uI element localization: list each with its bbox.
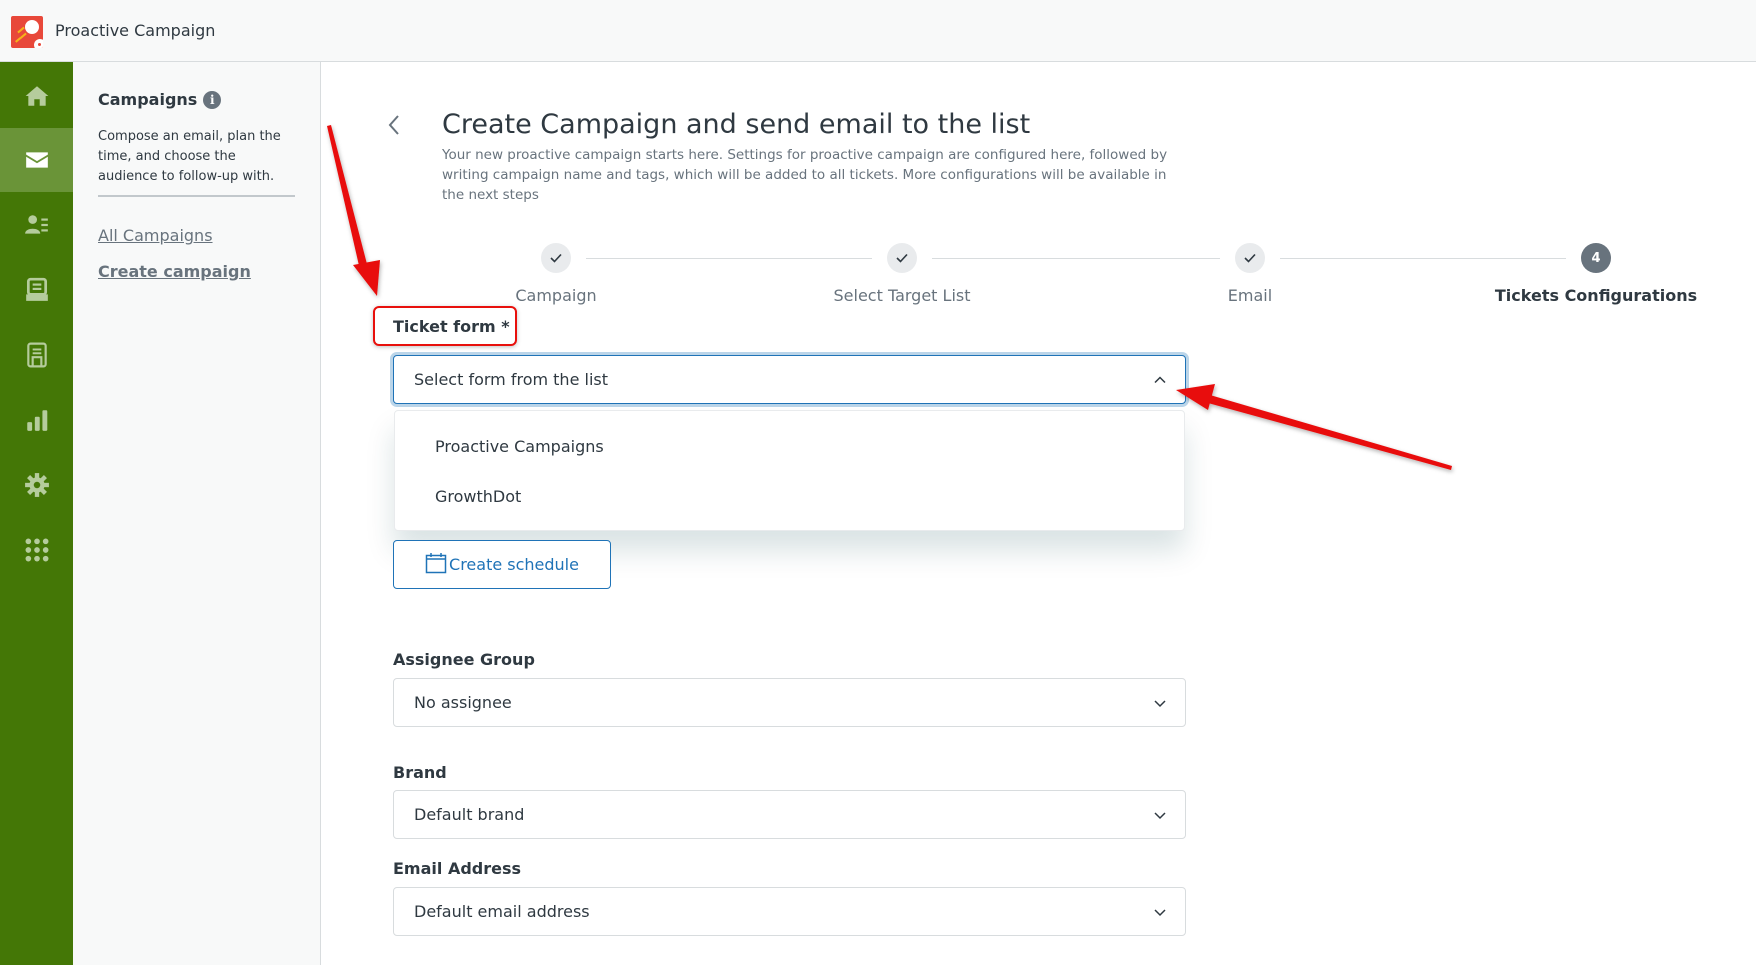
ticket-form-options-menu: Proactive Campaigns GrowthDot — [394, 410, 1185, 531]
ticket-form-label: Ticket form * — [393, 317, 510, 336]
step-4-number: 4 — [1581, 243, 1611, 273]
nav-item-contacts[interactable] — [0, 193, 73, 257]
chevron-down-icon — [1154, 909, 1166, 917]
inbox-tray-icon — [25, 277, 48, 301]
info-icon[interactable]: i — [203, 90, 222, 109]
step-2-check-icon — [887, 243, 917, 273]
ticket-form-select[interactable]: Select form from the list — [393, 355, 1186, 404]
option-growthdot[interactable]: GrowthDot — [435, 487, 521, 506]
rocket-ball-logo-icon — [11, 16, 43, 48]
arrow-to-ticket-form-label — [327, 125, 380, 296]
chevron-up-icon — [1154, 376, 1166, 384]
primary-nav — [0, 62, 73, 965]
option-proactive-campaigns[interactable]: Proactive Campaigns — [435, 437, 604, 456]
brand-value: Default brand — [414, 805, 525, 824]
grid-dots-icon — [25, 538, 48, 562]
chevron-left-icon — [388, 115, 399, 135]
page-title: Create Campaign and send email to the li… — [442, 109, 1031, 140]
step-1-check-icon — [541, 243, 571, 273]
step-connector — [1280, 258, 1566, 259]
subnav-divider — [98, 195, 295, 197]
nav-item-home[interactable] — [0, 64, 73, 128]
step-3-check-icon — [1235, 243, 1265, 273]
step-label-email: Email — [1227, 286, 1273, 305]
step-connector — [586, 258, 872, 259]
envelope-icon — [25, 152, 48, 168]
app-title: Proactive Campaign — [55, 21, 216, 40]
nav-item-apps[interactable] — [0, 518, 73, 582]
brand-label: Brand — [393, 763, 447, 782]
brand-select[interactable]: Default brand — [393, 790, 1186, 839]
create-schedule-button[interactable]: Create schedule — [393, 540, 611, 589]
email-address-value: Default email address — [414, 902, 590, 921]
nav-item-settings[interactable] — [0, 453, 73, 517]
nav-item-inbox[interactable] — [0, 258, 73, 322]
nav-item-campaigns[interactable] — [0, 128, 73, 192]
gear-icon — [24, 473, 49, 497]
secondary-nav: Campaigns i Compose an email, plan the t… — [73, 62, 321, 965]
email-address-label: Email Address — [393, 859, 522, 878]
home-icon — [25, 86, 48, 106]
step-label-tickets-config: Tickets Configurations — [1494, 286, 1698, 305]
link-all-campaigns[interactable]: All Campaigns — [98, 226, 213, 245]
arrow-to-dropdown-chevron — [1176, 384, 1452, 470]
step-label-target-list: Select Target List — [833, 286, 971, 305]
back-button[interactable] — [383, 110, 405, 140]
chevron-down-icon — [1154, 812, 1166, 820]
ticket-form-placeholder: Select form from the list — [414, 370, 608, 389]
email-address-select[interactable]: Default email address — [393, 887, 1186, 936]
chevron-down-icon — [1154, 700, 1166, 708]
link-create-campaign[interactable]: Create campaign — [98, 262, 251, 281]
subnav-title: Campaigns i — [98, 90, 222, 109]
nav-item-forms[interactable] — [0, 323, 73, 387]
top-bar: Proactive Campaign — [0, 0, 1756, 62]
assignee-group-label: Assignee Group — [393, 650, 535, 669]
calendar-icon — [425, 552, 447, 573]
bar-chart-icon — [26, 410, 47, 431]
step-label-campaign: Campaign — [515, 286, 597, 305]
user-list-icon — [24, 215, 48, 234]
assignee-group-select[interactable]: No assignee — [393, 678, 1186, 727]
form-document-icon — [26, 342, 47, 368]
create-schedule-label: Create schedule — [449, 555, 579, 574]
nav-item-reports[interactable] — [0, 388, 73, 452]
step-connector — [932, 258, 1220, 259]
subnav-description: Compose an email, plan the time, and cho… — [98, 129, 281, 184]
page-description: Your new proactive campaign starts here.… — [442, 147, 1168, 203]
assignee-group-value: No assignee — [414, 693, 512, 712]
